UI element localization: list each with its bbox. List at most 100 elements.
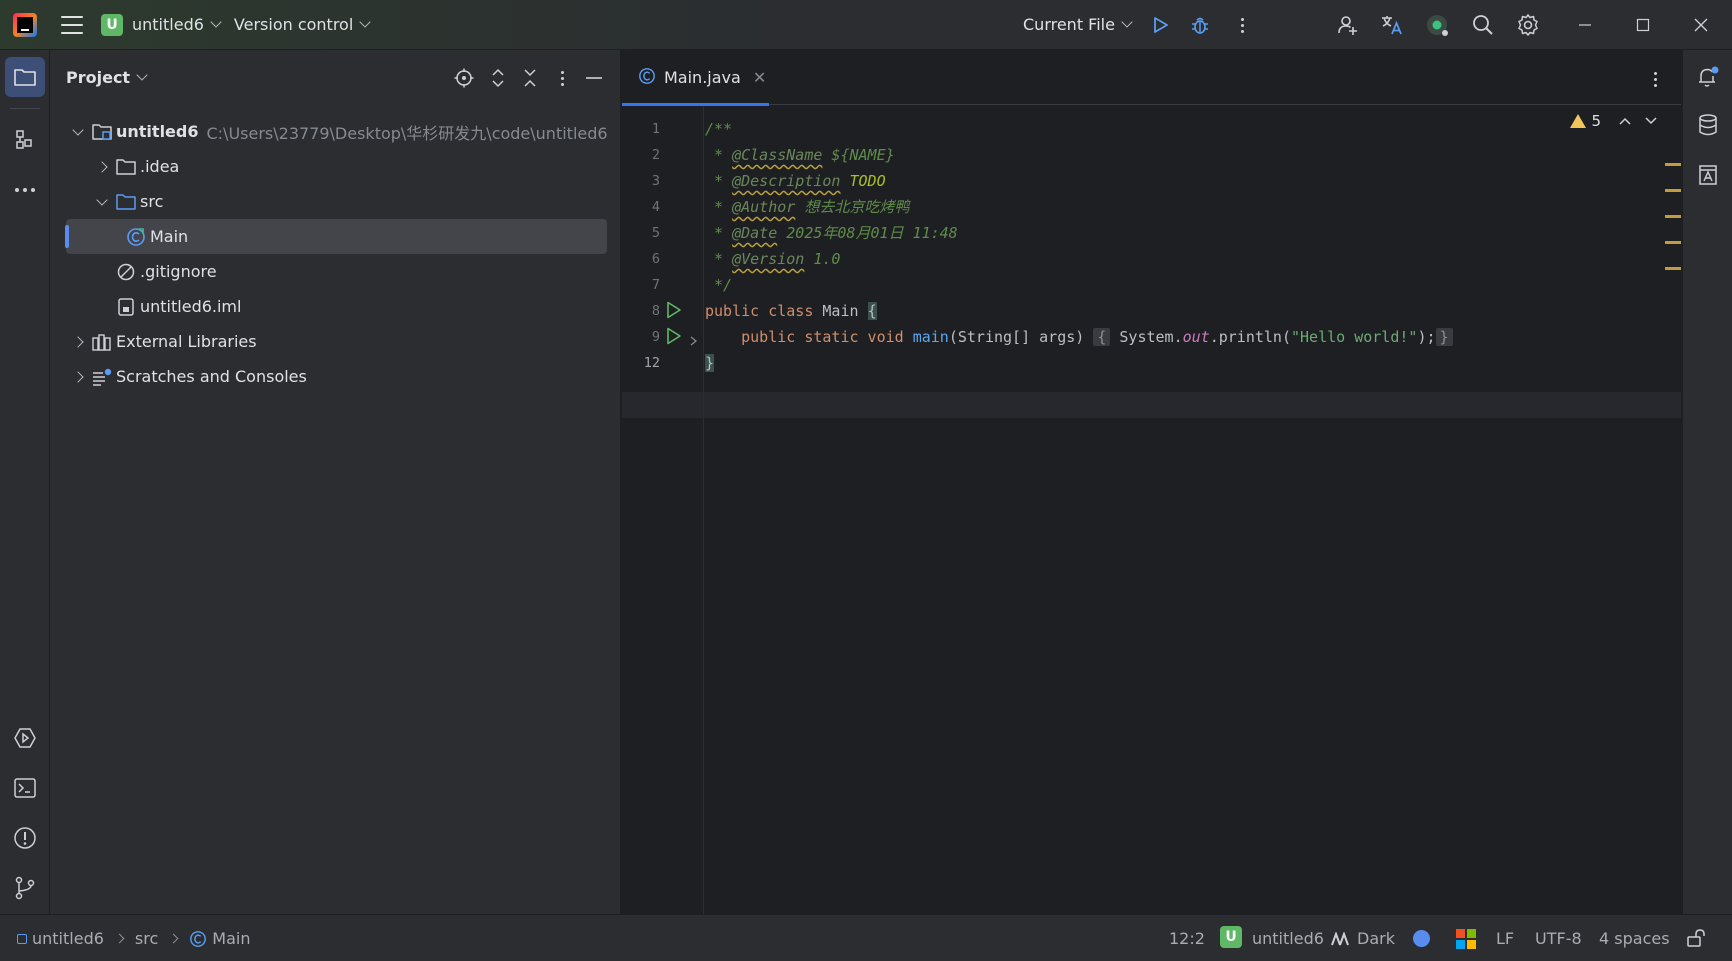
expand-arrow-icon[interactable] bbox=[70, 334, 86, 350]
maximize-window-button[interactable] bbox=[1614, 0, 1672, 50]
add-user-icon[interactable] bbox=[1336, 13, 1360, 37]
project-tree: untitled6 C:\Users\23779\Desktop\华杉研发九\c… bbox=[50, 114, 621, 394]
more-actions-icon[interactable] bbox=[1230, 13, 1254, 37]
warning-stripe-mark[interactable] bbox=[1665, 267, 1681, 270]
run-class-gutter-icon[interactable] bbox=[666, 301, 682, 323]
project-view-selector[interactable]: Project bbox=[66, 68, 148, 87]
next-highlight-icon[interactable] bbox=[1645, 117, 1657, 125]
project-selector[interactable]: untitled6 bbox=[132, 15, 204, 34]
warning-stripe-mark[interactable] bbox=[1665, 163, 1681, 166]
breadcrumb-main[interactable]: Main bbox=[212, 929, 250, 948]
javadoc-tag: @Version bbox=[732, 250, 805, 268]
javadoc-tag: @ClassName bbox=[732, 146, 823, 164]
editor-tab-options-icon[interactable] bbox=[1654, 72, 1657, 87]
warning-stripe-mark[interactable] bbox=[1665, 215, 1681, 218]
run-main-gutter-icon[interactable] bbox=[666, 327, 682, 349]
expand-arrow-icon[interactable] bbox=[94, 159, 110, 175]
debug-icon[interactable] bbox=[1188, 13, 1212, 37]
code-text: System. bbox=[1110, 328, 1183, 346]
expand-arrow-icon[interactable] bbox=[94, 193, 110, 210]
expand-arrow-icon[interactable] bbox=[70, 369, 86, 385]
close-tab-icon[interactable]: ✕ bbox=[753, 68, 766, 87]
hide-panel-icon[interactable] bbox=[583, 67, 605, 89]
right-tool-strip bbox=[1682, 50, 1732, 914]
code-line: * @ClassName ${NAME} bbox=[705, 142, 895, 168]
tree-item-idea[interactable]: .idea bbox=[50, 149, 621, 184]
minimize-window-button[interactable] bbox=[1556, 0, 1614, 50]
fold-expand-icon[interactable] bbox=[690, 332, 698, 350]
expand-all-icon[interactable] bbox=[487, 67, 509, 89]
keyword: public class bbox=[705, 302, 814, 320]
tree-item-label: Scratches and Consoles bbox=[116, 367, 307, 386]
terminal-tool-button[interactable] bbox=[5, 768, 45, 808]
translate-icon[interactable] bbox=[1380, 13, 1404, 37]
line-number: 8 bbox=[651, 303, 660, 319]
readonly-lock-icon[interactable] bbox=[1686, 928, 1706, 948]
file-encoding[interactable]: UTF-8 bbox=[1535, 929, 1582, 948]
indent-setting[interactable]: 4 spaces bbox=[1599, 929, 1670, 948]
notifications-button[interactable] bbox=[1693, 62, 1723, 92]
close-window-button[interactable] bbox=[1672, 0, 1730, 50]
folded-brace[interactable]: } bbox=[1435, 328, 1453, 346]
structure-tool-button[interactable] bbox=[5, 120, 45, 160]
database-button[interactable] bbox=[1693, 110, 1723, 140]
code-line: } bbox=[705, 350, 715, 376]
warning-stripe-mark[interactable] bbox=[1665, 189, 1681, 192]
line-separator[interactable]: LF bbox=[1496, 929, 1514, 948]
expand-arrow-icon[interactable] bbox=[70, 123, 86, 140]
inspection-widget[interactable]: 5 bbox=[1570, 112, 1657, 130]
code-line: public static void main(String[] args) {… bbox=[705, 324, 1453, 350]
select-opened-file-icon[interactable] bbox=[453, 67, 475, 89]
more-tools-button[interactable] bbox=[5, 170, 45, 210]
breadcrumb-project[interactable]: untitled6 bbox=[32, 929, 104, 948]
tree-item-external-libraries[interactable]: External Libraries bbox=[50, 324, 621, 359]
chevron-right-icon bbox=[168, 933, 179, 944]
git-tool-button[interactable] bbox=[5, 868, 45, 908]
run-icon[interactable] bbox=[1148, 13, 1172, 37]
project-status-widget[interactable]: U untitled6 bbox=[1220, 926, 1324, 948]
project-panel-title: Project bbox=[66, 68, 131, 87]
ai-status-icon[interactable] bbox=[1413, 930, 1430, 947]
project-panel: Project untitled6 C:\Users\23779\Desktop… bbox=[50, 50, 621, 914]
code-editor[interactable]: /** * @ClassName ${NAME} * @Description … bbox=[705, 106, 1681, 914]
breadcrumb-src[interactable]: src bbox=[135, 929, 158, 948]
title-bar: U untitled6 Version control Current File bbox=[0, 0, 1732, 50]
tree-item-gitignore[interactable]: .gitignore bbox=[50, 254, 621, 289]
editor-gutter[interactable]: 1 2 3 4 5 6 7 8 9 12 bbox=[622, 106, 704, 914]
tree-item-project-root[interactable]: untitled6 C:\Users\23779\Desktop\华杉研发九\c… bbox=[50, 114, 621, 149]
source-folder-icon bbox=[116, 192, 136, 212]
folded-brace[interactable]: { bbox=[1093, 328, 1111, 346]
tree-item-scratches[interactable]: Scratches and Consoles bbox=[50, 359, 621, 394]
ignored-file-icon bbox=[116, 262, 136, 282]
options-icon[interactable] bbox=[551, 67, 573, 89]
version-control-menu[interactable]: Version control bbox=[234, 15, 371, 34]
search-icon[interactable] bbox=[1471, 13, 1495, 37]
windows-icon[interactable] bbox=[1456, 929, 1476, 949]
chevron-down-icon[interactable] bbox=[210, 16, 222, 28]
problems-tool-button[interactable] bbox=[5, 818, 45, 858]
main-menu-icon[interactable] bbox=[61, 15, 83, 34]
caret-position[interactable]: 12:2 bbox=[1169, 929, 1205, 948]
previous-highlight-icon[interactable] bbox=[1619, 117, 1631, 125]
theme-widget[interactable]: Dark bbox=[1331, 929, 1395, 948]
comment: 1.0 bbox=[804, 250, 841, 268]
warning-stripe-mark[interactable] bbox=[1665, 241, 1681, 244]
project-badge[interactable]: U bbox=[101, 13, 123, 36]
tree-item-iml[interactable]: untitled6.iml bbox=[50, 289, 621, 324]
editor-area: Main.java ✕ 1 2 3 4 5 6 7 8 9 12 /** * @… bbox=[622, 50, 1681, 914]
settings-gear-icon[interactable] bbox=[1516, 13, 1540, 37]
services-tool-button[interactable] bbox=[5, 718, 45, 758]
ai-assistant-icon[interactable] bbox=[1425, 13, 1449, 37]
comment: ${NAME} bbox=[822, 146, 895, 164]
ai-panel-button[interactable] bbox=[1693, 160, 1723, 190]
tree-item-main[interactable]: Main bbox=[65, 219, 607, 254]
collapse-all-icon[interactable] bbox=[519, 67, 541, 89]
chevron-down-icon bbox=[136, 69, 148, 81]
structure-icon bbox=[16, 130, 32, 149]
run-config-selector[interactable]: Current File bbox=[1023, 15, 1133, 34]
project-tool-button[interactable] bbox=[5, 57, 45, 97]
tab-main-java[interactable]: Main.java ✕ bbox=[622, 50, 769, 106]
tree-item-src[interactable]: src bbox=[50, 184, 621, 219]
comment: 想去北京吃烤鸭 bbox=[795, 198, 910, 216]
intellij-logo-icon[interactable] bbox=[13, 12, 37, 37]
